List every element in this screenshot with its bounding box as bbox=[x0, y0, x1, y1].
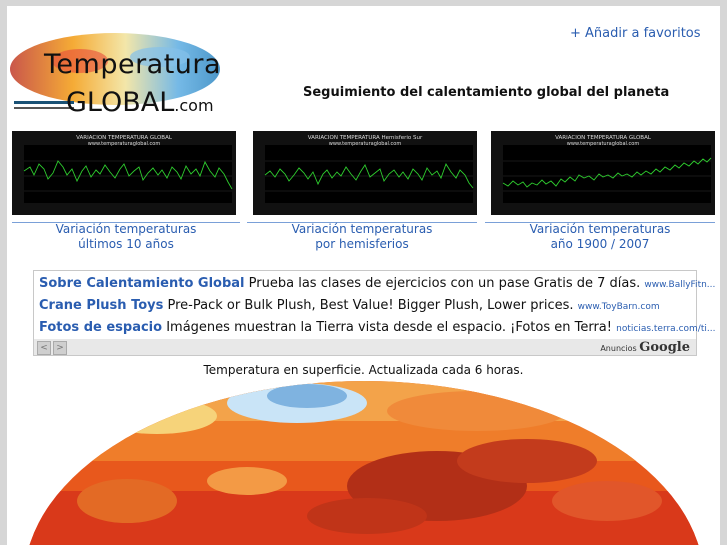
ad-text: Imágenes muestran la Tierra vista desde … bbox=[166, 320, 612, 335]
page: Temperatura GLOBAL.com + Añadir a favori… bbox=[7, 6, 720, 545]
ads-prev-button[interactable]: < bbox=[37, 341, 51, 355]
ad-headline[interactable]: Fotos de espacio bbox=[39, 320, 162, 335]
page-tagline: Seguimiento del calentamiento global del… bbox=[303, 85, 670, 100]
graph-url: www.temperaturaglobal.com bbox=[328, 141, 402, 147]
graph-hemispheres[interactable]: VARIACION TEMPERATURA Hemisferio Sur www… bbox=[253, 131, 477, 215]
ad-item[interactable]: Sobre Calentamiento Global Prueba las cl… bbox=[39, 276, 715, 291]
ad-text: Pre-Pack or Bulk Plush, Best Value! Bigg… bbox=[167, 298, 574, 313]
ad-item[interactable]: Fotos de espacio Imágenes muestran la Ti… bbox=[39, 320, 715, 335]
caption-line: por hemisferios bbox=[315, 237, 409, 251]
caption-line: Variación temperaturas bbox=[529, 222, 671, 236]
ad-item[interactable]: Crane Plush Toys Pre-Pack or Bulk Plush,… bbox=[39, 298, 660, 313]
surface-temperature-map[interactable] bbox=[7, 381, 720, 545]
caption-hemispheres-link[interactable]: Variación temperaturas por hemisferios bbox=[247, 222, 477, 252]
map-caption: Temperatura en superficie. Actualizada c… bbox=[203, 363, 524, 377]
ad-headline[interactable]: Sobre Calentamiento Global bbox=[39, 276, 245, 291]
ads-next-button[interactable]: > bbox=[53, 341, 67, 355]
caption-line: Variación temperaturas bbox=[55, 222, 197, 236]
ad-headline[interactable]: Crane Plush Toys bbox=[39, 298, 163, 313]
ads-by-google-link[interactable]: Anuncios Google bbox=[600, 340, 690, 355]
logo-word-temperatura: Temperatura bbox=[44, 49, 222, 80]
ad-url[interactable]: www.ToyBarn.com bbox=[578, 302, 660, 312]
site-logo[interactable]: Temperatura GLOBAL.com bbox=[10, 31, 230, 123]
ads-footer-bar: < > Anuncios Google bbox=[34, 339, 696, 355]
ad-url[interactable]: www.BallyFitn... bbox=[644, 280, 715, 290]
caption-line: Variación temperaturas bbox=[291, 222, 433, 236]
ad-text: Prueba las clases de ejercicios con un p… bbox=[248, 276, 641, 291]
add-to-favorites-link[interactable]: + Añadir a favoritos bbox=[570, 26, 701, 41]
logo-word-global: GLOBAL.com bbox=[66, 87, 214, 118]
google-ads-box: Sobre Calentamiento Global Prueba las cl… bbox=[33, 270, 715, 356]
caption-line: últimos 10 años bbox=[78, 237, 174, 251]
caption-1900-2007-link[interactable]: Variación temperaturas año 1900 / 2007 bbox=[485, 222, 715, 252]
caption-line: año 1900 / 2007 bbox=[550, 237, 650, 251]
ad-url[interactable]: noticias.terra.com/ti... bbox=[616, 324, 715, 334]
caption-last-10-years-link[interactable]: Variación temperaturas últimos 10 años bbox=[12, 222, 240, 252]
graph-last-10-years[interactable]: VARIACION TEMPERATURA GLOBAL www.tempera… bbox=[12, 131, 236, 215]
graph-url: www.temperaturaglobal.com bbox=[87, 141, 161, 147]
graph-1900-2007[interactable]: VARIACION TEMPERATURA GLOBAL www.tempera… bbox=[491, 131, 715, 215]
graph-url: www.temperaturaglobal.com bbox=[566, 141, 640, 147]
